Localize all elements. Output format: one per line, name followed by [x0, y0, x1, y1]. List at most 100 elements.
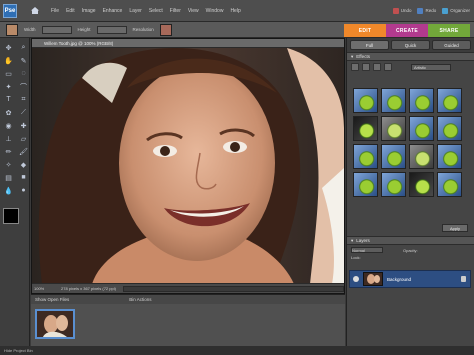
- clone-stamp-tool-icon[interactable]: ⊥: [2, 133, 15, 144]
- menu-filter[interactable]: Filter: [170, 8, 181, 14]
- effect-thumbnail[interactable]: [353, 116, 378, 141]
- straighten-tool-icon[interactable]: ⟋: [17, 107, 30, 118]
- document-window: Willem Tooth.jpg @ 100% (RGB/8) 100% 278…: [31, 38, 345, 294]
- effects-panel-header[interactable]: ▾ Effects: [347, 52, 474, 61]
- crop-thumb[interactable]: [159, 23, 172, 36]
- horizontal-scrollbar[interactable]: [122, 285, 344, 292]
- layer-styles-icon[interactable]: [362, 63, 370, 71]
- project-bin-header: Show Open Files Bin Actions: [31, 295, 345, 304]
- guided-edit-label: Guided: [444, 42, 459, 48]
- foreground-color-swatch[interactable]: [3, 208, 19, 224]
- effect-thumbnail[interactable]: [409, 144, 434, 169]
- menu-edit[interactable]: Edit: [66, 8, 75, 14]
- menu-image[interactable]: Image: [82, 8, 96, 14]
- effect-thumbnail[interactable]: [437, 88, 462, 113]
- effect-thumbnail[interactable]: [353, 88, 378, 113]
- hide-project-bin-toggle[interactable]: Hide Project Bin: [4, 348, 33, 353]
- eraser-tool-icon[interactable]: ▱: [17, 133, 30, 144]
- show-open-files-dropdown[interactable]: Show Open Files: [35, 297, 69, 302]
- tab-quick-edit[interactable]: Quick: [391, 40, 430, 50]
- photo-canvas[interactable]: [32, 48, 344, 284]
- layers-panel-header[interactable]: ▾ Layers: [347, 236, 474, 245]
- document-info: 278 pixels x 367 pixels (72 ppi): [61, 286, 116, 291]
- layers-options: Normal Opacity: Lock:: [347, 245, 474, 267]
- red-eye-tool-icon[interactable]: ◉: [2, 120, 15, 131]
- zoom-level[interactable]: 100%: [32, 286, 58, 291]
- effect-thumbnail[interactable]: [437, 116, 462, 141]
- menu-enhance[interactable]: Enhance: [103, 8, 123, 14]
- tab-edit[interactable]: EDIT: [344, 24, 386, 37]
- visibility-eye-icon[interactable]: [353, 276, 359, 282]
- menu-window[interactable]: Window: [206, 8, 224, 14]
- effect-thumbnail[interactable]: [409, 172, 434, 197]
- organizer-button[interactable]: Organizer: [442, 7, 470, 14]
- tab-share[interactable]: SHARE: [428, 24, 470, 37]
- hand-tool-icon[interactable]: ✋: [2, 55, 15, 66]
- selection-brush-tool-icon[interactable]: ⌒: [17, 81, 30, 92]
- effect-thumbnail[interactable]: [437, 172, 462, 197]
- cookie-cutter-tool-icon[interactable]: ✿: [2, 107, 15, 118]
- tab-create[interactable]: CREATE: [386, 24, 428, 37]
- effect-thumbnail[interactable]: [409, 116, 434, 141]
- redo-button[interactable]: Redo: [417, 7, 436, 14]
- effects-toolbar: Artistic: [347, 61, 474, 73]
- header-actions: Undo Redo Organizer: [392, 7, 470, 14]
- collapse-arrow-icon: ▾: [351, 53, 354, 59]
- smart-brush-tool-icon[interactable]: ✧: [2, 159, 15, 170]
- type-tool-icon[interactable]: T: [2, 94, 15, 105]
- home-icon[interactable]: [29, 5, 41, 17]
- brush-tool-icon[interactable]: 🖌: [17, 146, 30, 157]
- pencil-tool-icon[interactable]: ✏: [2, 146, 15, 157]
- undo-label: Undo: [400, 7, 412, 13]
- zoom-tool-icon[interactable]: ⌕: [17, 42, 30, 53]
- organizer-label: Organizer: [450, 7, 470, 13]
- effect-thumbnail[interactable]: [381, 144, 406, 169]
- spot-healing-tool-icon[interactable]: ✚: [17, 120, 30, 131]
- lasso-tool-icon[interactable]: ◌: [17, 68, 30, 79]
- blend-mode-select[interactable]: Normal: [351, 247, 383, 253]
- sponge-tool-icon[interactable]: ●: [17, 185, 30, 196]
- eyedropper-tool-icon[interactable]: ✎: [17, 55, 30, 66]
- menu-view[interactable]: View: [188, 8, 199, 14]
- width-field[interactable]: [41, 25, 72, 34]
- gradient-tool-icon[interactable]: ▤: [2, 172, 15, 183]
- effect-thumbnail[interactable]: [381, 172, 406, 197]
- shape-tool-icon[interactable]: ■: [17, 172, 30, 183]
- effect-thumbnail[interactable]: [353, 144, 378, 169]
- bin-actions-menu[interactable]: Bin Actions: [129, 297, 151, 302]
- effects-category-select[interactable]: Artistic: [411, 63, 451, 71]
- tool-preset-thumb[interactable]: [6, 23, 18, 36]
- opacity-label: Opacity:: [403, 247, 418, 253]
- menu-help[interactable]: Help: [230, 8, 240, 14]
- color-swatches: [2, 205, 30, 233]
- crop-tool-icon[interactable]: ⌗: [17, 94, 30, 105]
- apply-effect-button[interactable]: Apply: [442, 224, 468, 232]
- all-effects-icon[interactable]: [384, 63, 392, 71]
- document-tab[interactable]: Willem Tooth.jpg @ 100% (RGB/8): [32, 39, 344, 48]
- layer-row-background[interactable]: Background: [349, 270, 471, 288]
- menu-layer[interactable]: Layer: [129, 8, 142, 14]
- menu-select[interactable]: Select: [149, 8, 163, 14]
- effect-thumbnail[interactable]: [437, 144, 462, 169]
- open-file-thumbnail[interactable]: [35, 309, 75, 339]
- effect-thumbnail[interactable]: [353, 172, 378, 197]
- filters-icon[interactable]: [351, 63, 359, 71]
- effect-thumbnail[interactable]: [381, 88, 406, 113]
- height-field[interactable]: [96, 25, 127, 34]
- redo-icon: [417, 7, 424, 14]
- effect-thumbnail[interactable]: [381, 116, 406, 141]
- paint-bucket-tool-icon[interactable]: ◆: [17, 159, 30, 170]
- tab-guided-edit[interactable]: Guided: [432, 40, 471, 50]
- lock-icon: [461, 276, 466, 282]
- effect-thumbnail[interactable]: [409, 88, 434, 113]
- app-status-bar: Hide Project Bin: [0, 346, 474, 355]
- photo-effects-icon[interactable]: [373, 63, 381, 71]
- undo-button[interactable]: Undo: [392, 7, 412, 14]
- blur-tool-icon[interactable]: 💧: [2, 185, 15, 196]
- move-tool-icon[interactable]: ✥: [2, 42, 15, 53]
- tab-full-edit[interactable]: Full: [350, 40, 389, 50]
- menu-file[interactable]: File: [51, 8, 59, 14]
- app-logo[interactable]: Pse: [3, 3, 17, 18]
- magic-wand-tool-icon[interactable]: ✦: [2, 81, 15, 92]
- marquee-tool-icon[interactable]: ▭: [2, 68, 15, 79]
